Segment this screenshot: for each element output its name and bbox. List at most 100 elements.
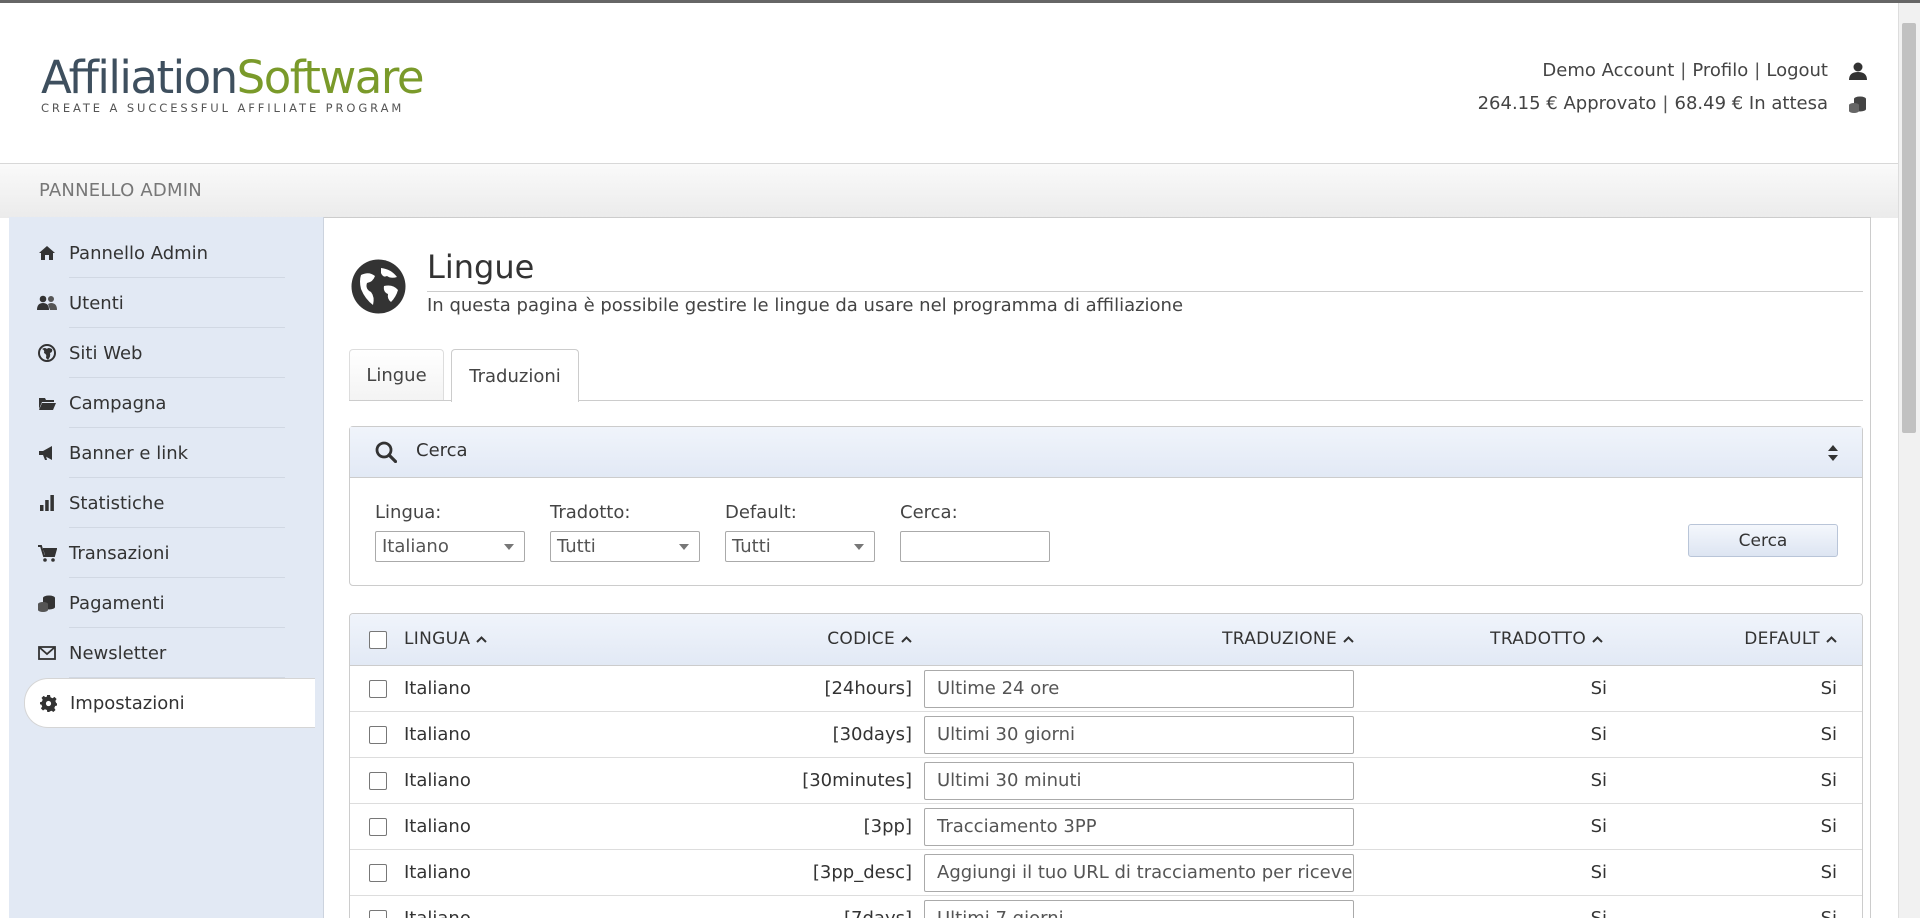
search-panel-header[interactable]: Cerca — [350, 427, 1862, 478]
lingua-select[interactable]: Italiano — [375, 531, 525, 562]
cell-default: Si — [1820, 816, 1837, 837]
translation-input[interactable]: Ultimi 30 giorni — [924, 716, 1354, 754]
table-header: LINGUA CODICE TRADUZIONE TRADOTTO DEFAUL… — [350, 614, 1862, 666]
translation-input[interactable]: Ultimi 7 giorni — [924, 900, 1354, 918]
sidebar-item-siti-web[interactable]: Siti Web — [24, 328, 315, 378]
sidebar-item-label: Pagamenti — [69, 592, 165, 614]
table-row: Italiano [7days] Ultimi 7 giorni Si Si — [350, 896, 1862, 918]
table-row: Italiano [3pp_desc] Aggiungi il tuo URL … — [350, 850, 1862, 896]
users-icon — [37, 293, 57, 313]
title-divider — [427, 291, 1863, 292]
row-checkbox[interactable] — [369, 910, 387, 918]
approved-balance: 264.15 € Approvato — [1477, 93, 1657, 114]
cell-lingua: Italiano — [404, 816, 471, 837]
sidebar-item-statistiche[interactable]: Statistiche — [24, 478, 315, 528]
row-checkbox[interactable] — [369, 864, 387, 882]
translation-input[interactable]: Tracciamento 3PP — [924, 808, 1354, 846]
filter-label-lingua: Lingua: — [375, 502, 442, 523]
sidebar-item-newsletter[interactable]: Newsletter — [24, 628, 315, 678]
tradotto-select[interactable]: Tutti — [550, 531, 700, 562]
select-all-checkbox[interactable] — [369, 631, 387, 649]
profile-link[interactable]: Profilo — [1692, 54, 1748, 87]
page-scrollbar[interactable] — [1898, 3, 1920, 918]
column-header-label: TRADUZIONE — [1222, 629, 1337, 649]
tab-lingue[interactable]: Lingue — [349, 349, 444, 401]
column-header-tradotto[interactable]: TRADOTTO — [1490, 629, 1603, 649]
admin-bar: PANNELLO ADMIN — [0, 163, 1898, 218]
cell-tradotto: Si — [1590, 724, 1607, 745]
column-header-label: DEFAULT — [1744, 629, 1820, 649]
sidebar-item-pagamenti[interactable]: Pagamenti — [24, 578, 315, 628]
sidebar-item-campagna[interactable]: Campagna — [24, 378, 315, 428]
table-row: Italiano [24hours] Ultime 24 ore Si Si — [350, 666, 1862, 712]
column-header-traduzione[interactable]: TRADUZIONE — [1222, 629, 1354, 649]
sort-toggle-icon — [1828, 445, 1838, 461]
cell-tradotto: Si — [1590, 770, 1607, 791]
translations-table: LINGUA CODICE TRADUZIONE TRADOTTO DEFAUL… — [349, 613, 1863, 918]
translation-input[interactable]: Aggiungi il tuo URL di tracciamento per … — [924, 854, 1354, 892]
sidebar-item-label: Impostazioni — [70, 692, 185, 714]
cell-default: Si — [1820, 770, 1837, 791]
user-icon — [1849, 62, 1867, 80]
search-icon — [375, 441, 397, 463]
logout-link[interactable]: Logout — [1766, 54, 1828, 87]
coins-icon — [37, 593, 57, 613]
row-checkbox[interactable] — [369, 726, 387, 744]
cell-tradotto: Si — [1591, 908, 1607, 918]
search-input[interactable] — [900, 531, 1050, 562]
cell-tradotto: Si — [1590, 816, 1607, 837]
table-row: Italiano [3pp] Tracciamento 3PP Si Si — [350, 804, 1862, 850]
sidebar-item-impostazioni[interactable]: Impostazioni — [24, 678, 315, 728]
sidebar-item-banner-e-link[interactable]: Banner e link — [24, 428, 315, 478]
cell-lingua: Italiano — [404, 724, 471, 745]
separator: | — [1754, 60, 1761, 81]
sidebar-item-label: Pannello Admin — [69, 242, 209, 264]
cell-codice: [3pp] — [863, 816, 912, 837]
sidebar-item-pannello-admin[interactable]: Pannello Admin — [24, 228, 315, 278]
search-panel-title: Cerca — [416, 440, 468, 461]
sidebar-item-label: Campagna — [69, 392, 167, 414]
folder-icon — [37, 393, 57, 413]
admin-bar-title: PANNELLO ADMIN — [39, 180, 202, 201]
row-checkbox[interactable] — [369, 818, 387, 836]
tab-traduzioni[interactable]: Traduzioni — [451, 349, 579, 402]
demo-account-link[interactable]: Demo Account — [1542, 54, 1674, 87]
sort-asc-icon — [901, 635, 912, 643]
envelope-icon — [37, 643, 57, 663]
translation-input[interactable]: Ultimi 30 minuti — [924, 762, 1354, 800]
megaphone-icon — [37, 443, 57, 463]
cell-codice: [24hours] — [824, 678, 912, 699]
filter-label-cerca: Cerca: — [900, 502, 958, 523]
cell-tradotto: Si — [1590, 862, 1607, 883]
column-header-default[interactable]: DEFAULT — [1744, 629, 1837, 649]
sidebar-item-transazioni[interactable]: Transazioni — [24, 528, 315, 578]
search-button[interactable]: Cerca — [1688, 524, 1838, 557]
cell-codice: [7days] — [844, 908, 912, 918]
cell-lingua: Italiano — [404, 908, 471, 918]
translation-input[interactable]: Ultime 24 ore — [924, 670, 1354, 708]
sidebar-item-label: Siti Web — [69, 342, 143, 364]
table-row: Italiano [30minutes] Ultimi 30 minuti Si… — [350, 758, 1862, 804]
cell-lingua: Italiano — [404, 678, 471, 699]
column-header-lingua[interactable]: LINGUA — [404, 629, 487, 649]
scrollbar-thumb[interactable] — [1902, 23, 1916, 433]
cell-lingua: Italiano — [404, 770, 471, 791]
globe-icon — [351, 259, 406, 314]
sidebar-item-utenti[interactable]: Utenti — [24, 278, 315, 328]
cell-default: Si — [1820, 862, 1837, 883]
coins-icon — [1849, 96, 1866, 113]
column-header-codice[interactable]: CODICE — [827, 629, 912, 649]
sidebar-item-label: Utenti — [69, 292, 124, 314]
row-checkbox[interactable] — [369, 680, 387, 698]
home-icon — [37, 243, 57, 263]
default-select[interactable]: Tutti — [725, 531, 875, 562]
sort-asc-icon — [476, 635, 487, 643]
row-checkbox[interactable] — [369, 772, 387, 790]
logo-tagline: CREATE A SUCCESSFUL AFFILIATE PROGRAM — [41, 101, 405, 115]
filter-label-tradotto: Tradotto: — [550, 502, 631, 523]
logo-part-2: Software — [236, 51, 425, 104]
cart-icon — [37, 543, 57, 563]
logo[interactable]: AffiliationSoftware CREATE A SUCCESSFUL … — [41, 51, 425, 116]
account-links: Demo Account | Profilo | Logout 264.15 €… — [1478, 54, 1868, 120]
separator: | — [1680, 60, 1687, 81]
